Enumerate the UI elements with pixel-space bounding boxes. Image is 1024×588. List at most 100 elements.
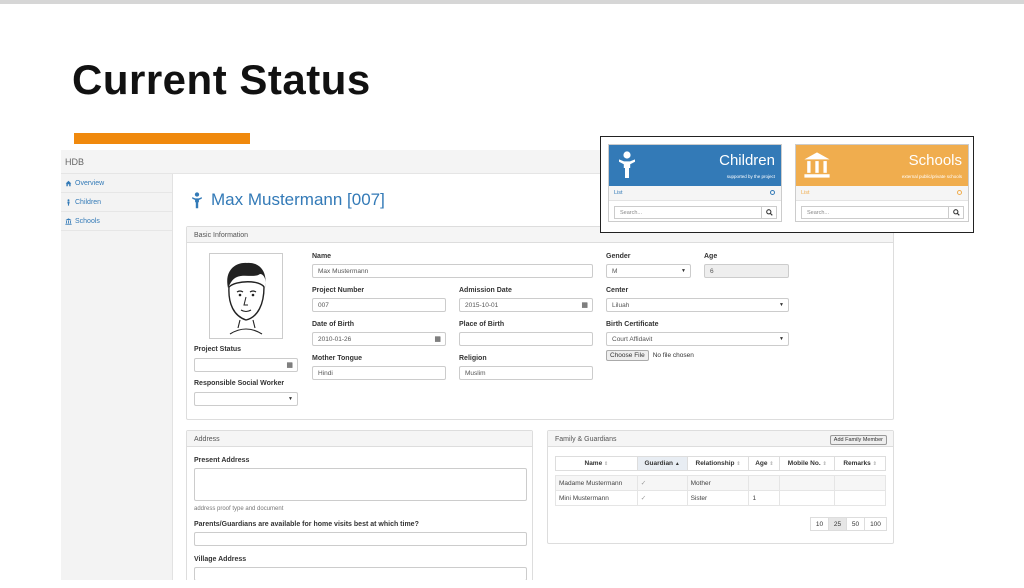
column-header-relationship[interactable]: Relationship ⇕ [686,456,750,471]
schools-search-input[interactable]: Search... [801,206,964,219]
social-worker-select[interactable]: ▼ [194,392,298,406]
admission-date-label: Admission Date [459,287,512,294]
child-photo [209,253,283,339]
address-proof-hint: address proof type and document [194,506,284,512]
choose-file-button[interactable]: Choose File [606,350,649,361]
cell-guardian: ✓ [636,475,688,491]
center-label: Center [606,287,629,294]
card-list-link[interactable]: List [796,186,968,201]
column-header-age[interactable]: Age ⇕ [748,456,781,471]
present-address-textarea[interactable] [194,468,527,501]
gender-select[interactable]: M ▼ [606,264,691,278]
gender-label: Gender [606,253,631,260]
panel-header: Address [187,431,532,447]
column-header-remarks[interactable]: Remarks ⇕ [834,456,886,471]
birth-certificate-label: Birth Certificate [606,321,659,328]
cell-relationship: Sister [686,490,750,506]
search-icon [952,209,960,216]
village-address-label: Village Address [194,556,247,563]
pob-label: Place of Birth [459,321,505,328]
sidebar-item-label: Overview [75,179,105,187]
page-size-100[interactable]: 100 [864,517,887,531]
name-label: Name [312,253,332,260]
children-search-input[interactable]: Search... [614,206,777,219]
project-number-label: Project Number [312,287,365,294]
family-table: Name ⇕ Guardian ▲ Relationship ⇕ Age ⇕ M… [555,456,886,506]
admission-date-value: 2015-10-01 [465,302,499,309]
search-button[interactable] [761,206,777,219]
schools-card: Schools external public/private schools … [795,144,969,222]
mother-tongue-field[interactable]: Hindi [312,366,446,380]
cell-name: Madame Mustermann [555,475,638,491]
cell-name: Mini Mustermann [555,490,638,506]
age-field: 6 [704,264,789,278]
birth-certificate-value: Court Affidavit [612,336,653,343]
column-header-name[interactable]: Name ⇕ [555,456,638,471]
card-list-link[interactable]: List [609,186,781,201]
search-icon [765,209,773,216]
name-field[interactable]: Max Mustermann [312,264,593,278]
religion-field[interactable]: Muslim [459,366,593,380]
panel-title: Family & Guardians [555,436,617,443]
cell-age: 1 [748,490,781,506]
pob-field[interactable] [459,332,593,346]
home-visits-field[interactable] [194,532,527,546]
page-size-25[interactable]: 25 [828,517,847,531]
village-address-field[interactable] [194,567,527,580]
caret-down-icon: ▼ [779,302,784,308]
slide-title: Current Status [72,56,371,103]
add-family-member-button[interactable]: Add Family Member [829,435,887,445]
search-button[interactable] [948,206,964,219]
page-size-50[interactable]: 50 [846,517,865,531]
brand[interactable]: HDB [65,157,84,167]
file-upload: Choose File No file chosen [606,350,694,361]
center-select[interactable]: Liluah ▼ [606,298,789,312]
table-row[interactable]: Mini Mustermann ✓ Sister 1 [555,490,886,506]
sidebar-item-children[interactable]: Children [61,193,172,212]
project-number-field[interactable]: 007 [312,298,446,312]
page-heading: Max Mustermann [007] [191,190,385,210]
cell-remarks [834,475,886,491]
accent-bar [74,133,250,144]
sidebar-item-label: Schools [75,217,100,225]
school-icon [804,152,830,178]
dob-label: Date of Birth [312,321,354,328]
card-header[interactable]: Schools external public/private schools [796,145,968,186]
birth-certificate-select[interactable]: Court Affidavit ▼ [606,332,789,346]
project-status-field[interactable]: ▦ [194,358,298,372]
table-header-row: Name ⇕ Guardian ▲ Relationship ⇕ Age ⇕ M… [555,456,886,471]
calendar-icon[interactable]: ▦ [581,301,588,309]
child-portrait-image [227,262,266,335]
basic-information-panel: Basic Information Project Status ▦ Respo… [186,226,894,420]
caret-down-icon: ▼ [681,268,686,274]
cell-remarks [834,490,886,506]
home-icon [65,180,72,186]
cell-mobile [779,475,836,491]
admission-date-field[interactable]: 2015-10-01 ▦ [459,298,593,312]
dashboard-cards-callout: Children supported by the project List S… [600,136,974,233]
dob-field[interactable]: 2010-01-26 ▦ [312,332,446,346]
project-status-label: Project Status [194,346,242,353]
child-icon [619,151,635,178]
card-header[interactable]: Children supported by the project [609,145,781,186]
page-size-selector: 10 25 50 100 [810,517,887,531]
calendar-icon[interactable]: ▦ [286,361,293,369]
dob-value: 2010-01-26 [318,336,352,343]
column-header-guardian[interactable]: Guardian ▲ [636,456,688,471]
page-size-10[interactable]: 10 [810,517,829,531]
sidebar-item-schools[interactable]: Schools [61,212,172,231]
caret-down-icon: ▼ [288,396,293,402]
arrow-circle-right-icon [957,190,962,195]
present-address-label: Present Address [194,457,250,464]
cell-mobile [779,490,836,506]
column-header-mobile[interactable]: Mobile No. ⇕ [779,456,836,471]
table-row[interactable]: Madame Mustermann ✓ Mother [555,475,886,491]
card-title: Schools [908,152,962,169]
child-icon [67,198,70,206]
calendar-icon[interactable]: ▦ [434,335,441,343]
sidebar-item-label: Children [75,198,102,206]
school-icon [65,217,72,225]
sidebar-item-overview[interactable]: Overview [61,174,172,193]
address-panel: Address Present Address address proof ty… [186,430,533,580]
top-divider [0,0,1024,4]
